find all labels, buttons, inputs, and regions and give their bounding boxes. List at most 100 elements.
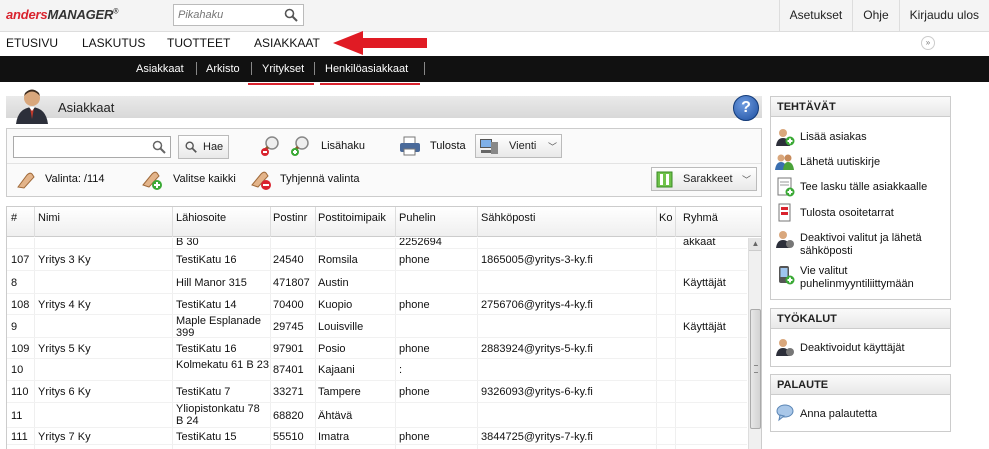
- advanced-search-icon[interactable]: [289, 135, 311, 157]
- table-row[interactable]: 111 Yritys 7 Ky TestiKatu 15 55510 Imatra pho…: [7, 428, 747, 445]
- task-export-phone-sales[interactable]: Vie valitut puhelinmyyntiliittymään: [800, 265, 950, 291]
- feedback-panel-title: PALAUTE: [771, 375, 950, 395]
- customer-search-field[interactable]: [13, 136, 171, 158]
- table-scrollbar[interactable]: ▲: [748, 238, 761, 449]
- subnav-henkiloasiakkaat[interactable]: Henkilöasiakkaat: [325, 63, 408, 75]
- add-customer-icon: [776, 129, 795, 146]
- top-bar: andersMANAGER® Asetukset Ohje Kirjaudu u…: [0, 0, 989, 32]
- nav-asiakkaat[interactable]: ASIAKKAAT: [254, 36, 320, 50]
- settings-link[interactable]: Asetukset: [778, 0, 853, 31]
- task-add-customer[interactable]: Lisää asiakas: [800, 131, 950, 144]
- table-row[interactable]: 108 Yritys 4 Ky TestiKatu 14 70400 Kuopio pho…: [7, 294, 747, 315]
- nav-laskutus[interactable]: LASKUTUS: [82, 36, 145, 50]
- col-divider: [675, 207, 676, 237]
- cell-address: TestiKatu 15: [176, 431, 237, 443]
- table-row[interactable]: 109 Yritys 5 Ky TestiKatu 16 97901 Posio phon…: [7, 338, 747, 359]
- cell-name: Yritys 6 Ky: [38, 386, 91, 398]
- cell-num: 110: [11, 386, 29, 398]
- cell-zip: 97901: [273, 343, 304, 355]
- advanced-search-link[interactable]: Lisähaku: [321, 140, 365, 152]
- scroll-up-icon[interactable]: ▲: [749, 238, 761, 251]
- nav-tuotteet[interactable]: TUOTTEET: [167, 36, 230, 50]
- cell-city: Louisville: [318, 321, 364, 333]
- table-row[interactable]: 110 Yritys 6 Ky TestiKatu 7 33271 Tampere pho…: [7, 381, 747, 403]
- cell-phone: phone: [399, 386, 430, 398]
- col-header-group[interactable]: Ryhmä: [683, 212, 718, 224]
- table-row[interactable]: Kolmekatu 89 E+358(0)20: [7, 445, 747, 449]
- logo-mark: ®: [113, 8, 119, 16]
- cell-email: 1865005@yritys-3-ky.fi: [481, 254, 593, 266]
- newsletter-icon: [775, 154, 794, 170]
- search-button[interactable]: Hae: [178, 135, 229, 159]
- columns-icon: [656, 171, 673, 188]
- cell-address: TestiKatu 7: [176, 386, 231, 398]
- columns-label: Sarakkeet: [683, 173, 733, 185]
- logo-suffix: MANAGER: [47, 7, 114, 22]
- app-logo[interactable]: andersMANAGER®: [6, 7, 118, 22]
- logout-link[interactable]: Kirjaudu ulos: [898, 0, 989, 31]
- cell-city: Romsila: [318, 254, 358, 266]
- task-send-newsletter[interactable]: Lähetä uutiskirje: [800, 156, 950, 169]
- select-all-icon[interactable]: [141, 169, 163, 191]
- table-row[interactable]: 107 Yritys 3 Ky TestiKatu 16 24540 Romsila ph…: [7, 249, 747, 271]
- columns-button[interactable]: Sarakkeet ﹀: [651, 167, 757, 191]
- cell-phone: phone: [399, 343, 430, 355]
- col-header-ko[interactable]: Ko: [659, 212, 673, 224]
- select-all-link[interactable]: Valitse kaikki: [173, 173, 236, 185]
- table-row[interactable]: 10 Kolmekatu 61 B 23 87401 Kajaani:: [7, 359, 747, 381]
- cell-num: 8: [11, 277, 18, 289]
- table-row[interactable]: 8 Hill Manor 315 471807 Austin Käyttäjät: [7, 271, 747, 294]
- top-links: Asetukset Ohje Kirjaudu ulos: [778, 0, 989, 31]
- scrollbar-thumb[interactable]: [750, 309, 761, 429]
- clear-selection-icon[interactable]: [250, 169, 272, 191]
- col-header-zip[interactable]: Postinr: [273, 212, 315, 224]
- col-header-email[interactable]: Sähköposti: [481, 212, 535, 224]
- table-row[interactable]: 9 Maple Esplanade 399 29745 Louisville Käytt…: [7, 315, 747, 339]
- hand-select-icon: [17, 172, 35, 189]
- clear-selection-link[interactable]: Tyhjennä valinta: [280, 173, 360, 185]
- print-button[interactable]: Tulosta: [430, 140, 466, 152]
- cell-email: 9326093@yritys-6-ky.fi: [481, 386, 593, 398]
- task-print-labels[interactable]: Tulosta osoitetarrat: [800, 207, 950, 220]
- cell-zip: 55510: [273, 431, 304, 443]
- table-row[interactable]: 11 Yliopistonkatu 78 B 24 68820 Ähtävä: [7, 403, 747, 428]
- cell-email: 2883924@yritys-5-ky.fi: [481, 343, 593, 355]
- cell-address: Yliopistonkatu 78 B 24: [176, 403, 260, 427]
- logo-prefix: anders: [6, 7, 48, 22]
- col-header-city[interactable]: Postitoimipaik: [318, 212, 395, 224]
- deactivated-users-icon: [776, 339, 794, 356]
- col-divider: [172, 207, 173, 237]
- table-row[interactable]: B 30 2252694 akkaat: [7, 238, 747, 249]
- col-header-phone[interactable]: Puhelin: [399, 212, 436, 224]
- cell-phone: phone: [399, 431, 430, 443]
- search-icon[interactable]: [283, 7, 299, 23]
- cell-num: 111: [11, 431, 28, 443]
- subnav-arkisto[interactable]: Arkisto: [206, 63, 240, 75]
- tasks-panel: TEHTÄVÄT Lisää asiakas Lähetä uutiskirje…: [770, 96, 951, 300]
- export-button[interactable]: Vienti ﹀: [475, 134, 562, 158]
- main-nav: ETUSIVU LASKUTUS TUOTTEET ASIAKKAAT »: [0, 32, 989, 56]
- search-icon: [152, 140, 166, 154]
- task-deactivate-send-email[interactable]: Deaktivoi valitut ja lähetä sähköposti: [800, 232, 950, 258]
- tool-deactivated-users[interactable]: Deaktivoidut käyttäjät: [800, 342, 950, 355]
- computer-icon: [480, 139, 498, 154]
- task-create-invoice[interactable]: Tee lasku tälle asiakkaalle: [800, 181, 950, 194]
- subnav-asiakkaat[interactable]: Asiakkaat: [136, 63, 184, 75]
- nav-etusivu[interactable]: ETUSIVU: [6, 36, 58, 50]
- search-remove-icon[interactable]: [259, 135, 281, 157]
- col-header-num[interactable]: #: [11, 212, 17, 224]
- help-link[interactable]: Ohje: [852, 0, 898, 31]
- printer-icon[interactable]: [399, 135, 421, 157]
- help-icon[interactable]: ?: [733, 95, 759, 121]
- col-header-name[interactable]: Nimi: [38, 212, 60, 224]
- quick-search-input[interactable]: [174, 5, 274, 25]
- feedback-give[interactable]: Anna palautetta: [800, 408, 950, 421]
- col-header-address[interactable]: Lähiosoite: [176, 212, 226, 224]
- cell-zip: 29745: [273, 321, 304, 333]
- subnav-yritykset[interactable]: Yritykset: [262, 63, 304, 75]
- quick-search: [173, 4, 304, 26]
- expand-icon[interactable]: »: [921, 36, 935, 50]
- col-divider: [34, 207, 35, 237]
- page-title: Asiakkaat: [58, 100, 115, 115]
- toolbar: Hae Lisähaku Tulosta Vienti ﹀ Valinta: /…: [6, 128, 762, 197]
